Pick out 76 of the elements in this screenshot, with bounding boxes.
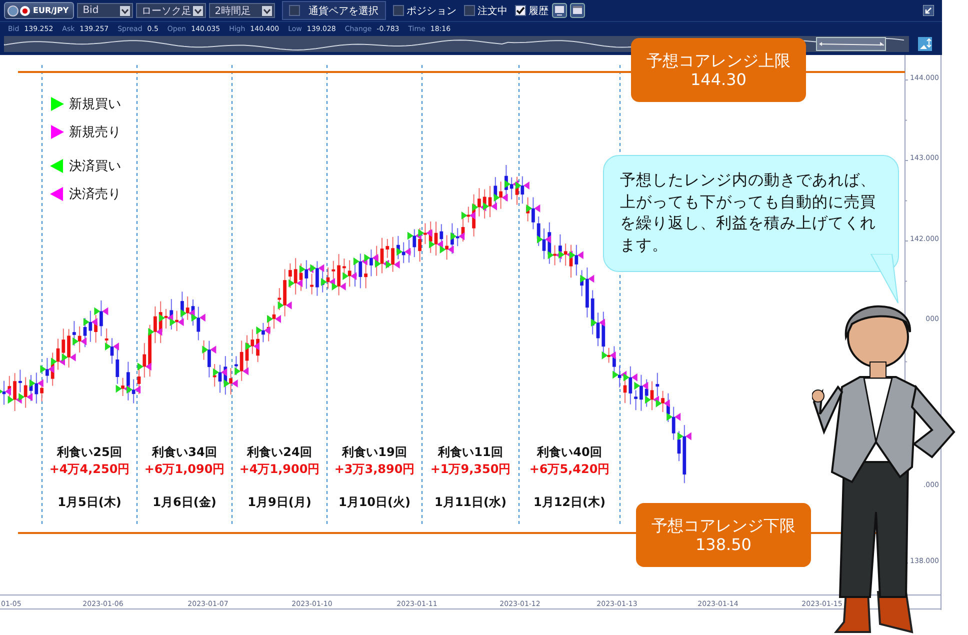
checkbox[interactable]	[392, 5, 404, 16]
caret-icon	[120, 6, 130, 16]
checkbox[interactable]	[288, 5, 300, 16]
legend-label: 決済買い	[69, 158, 121, 175]
take-profit-count: 利食い34回	[152, 444, 217, 461]
legend-label: 新規買い	[69, 96, 121, 113]
candlestick	[634, 390, 638, 411]
trade-marker-icon	[645, 396, 651, 404]
caret-icon	[262, 6, 272, 16]
callout-title: 予想コアレンジ下限	[652, 516, 796, 535]
candlestick	[650, 380, 654, 411]
callout-title: 予想コアレンジ上限	[646, 50, 790, 70]
candlestick	[644, 378, 648, 408]
callout-value: 138.50	[696, 535, 752, 554]
legend-label: 新規売り	[69, 124, 121, 141]
trade-marker-icon	[674, 412, 681, 421]
trade-marker-icon	[612, 370, 619, 379]
profit-amount: +1万9,350円	[430, 461, 511, 478]
candlestick	[661, 390, 664, 413]
profit-amount: +6万5,420円	[529, 461, 610, 478]
take-profit-count: 利食い40回	[537, 444, 602, 461]
candlestick	[672, 406, 676, 440]
profit-amount: +3万3,890円	[334, 461, 415, 478]
profit-amount: +6万1,090円	[144, 461, 225, 478]
checkbox-toggle[interactable]: ポジション	[392, 4, 457, 18]
callout-value: 144.30	[690, 70, 746, 90]
candlestick	[596, 312, 600, 347]
trade-marker-icon	[685, 432, 692, 440]
window-icon[interactable]	[552, 3, 567, 18]
candlestick	[656, 372, 660, 397]
caret-icon	[192, 6, 203, 16]
chart-resize-icon[interactable]	[918, 37, 932, 51]
day-label: 1月11日(水)	[434, 494, 507, 511]
dropdown[interactable]: 2時間足	[208, 3, 275, 18]
legend-label: 決済売り	[69, 186, 121, 203]
day-label: 1月10日(火)	[338, 494, 411, 511]
dropdown[interactable]: ローソク足	[136, 3, 206, 18]
profit-amount: +4万4,250円	[49, 461, 130, 478]
candlestick	[628, 366, 632, 405]
currency-pair-button[interactable]: EUR/JPY	[4, 2, 74, 19]
tick-mark	[904, 240, 908, 242]
take-profit-count: 利食い11回	[438, 444, 503, 461]
pair-select-button[interactable]: 通貨ペアを選択	[282, 1, 386, 20]
day-label: 1月12日(木)	[533, 494, 606, 511]
day-label: 1月9日(月)	[248, 494, 312, 511]
dropdown[interactable]: Bid	[76, 3, 133, 18]
profit-amount: +4万1,900円	[239, 461, 320, 478]
range-slider-handle[interactable]	[816, 37, 886, 51]
checkbox-toggle[interactable]: 履歴	[514, 4, 549, 18]
trade-marker-icon	[642, 382, 648, 390]
checkbox-toggle[interactable]: 注文中	[464, 4, 508, 18]
bubble-tail	[870, 254, 900, 304]
candlestick	[607, 347, 610, 364]
day-label: 1月6日(金)	[152, 494, 216, 511]
trade-marker-icon	[677, 432, 684, 440]
take-profit-count: 利食い25回	[57, 444, 122, 461]
globe-and-flag-icon	[7, 4, 31, 16]
checkbox[interactable]	[514, 5, 526, 16]
trade-marker-icon	[602, 351, 608, 360]
tick-mark	[904, 160, 908, 161]
speech-bubble: 予想したレンジ内の動きであれば、上がっても下がっても自動的に売買を繰り返し、利益を積み上げてくれます。	[603, 155, 899, 272]
trade-marker-icon	[610, 351, 616, 360]
checkmark-icon	[516, 6, 525, 15]
trade-marker-icon	[664, 399, 670, 408]
trade-marker-icon	[591, 318, 597, 327]
window-icon[interactable]	[570, 3, 585, 18]
collapse-icon[interactable]	[923, 5, 934, 16]
checkbox[interactable]	[464, 5, 475, 16]
candlestick	[618, 365, 622, 388]
candlestick	[682, 424, 686, 484]
day-label: 1月5日(木)	[58, 494, 122, 511]
candlestick	[640, 374, 643, 412]
trade-marker-icon	[599, 318, 605, 327]
trade-marker-icon	[666, 412, 673, 421]
take-profit-count: 利食い24回	[247, 444, 312, 461]
take-profit-count: 利食い19回	[342, 444, 407, 461]
